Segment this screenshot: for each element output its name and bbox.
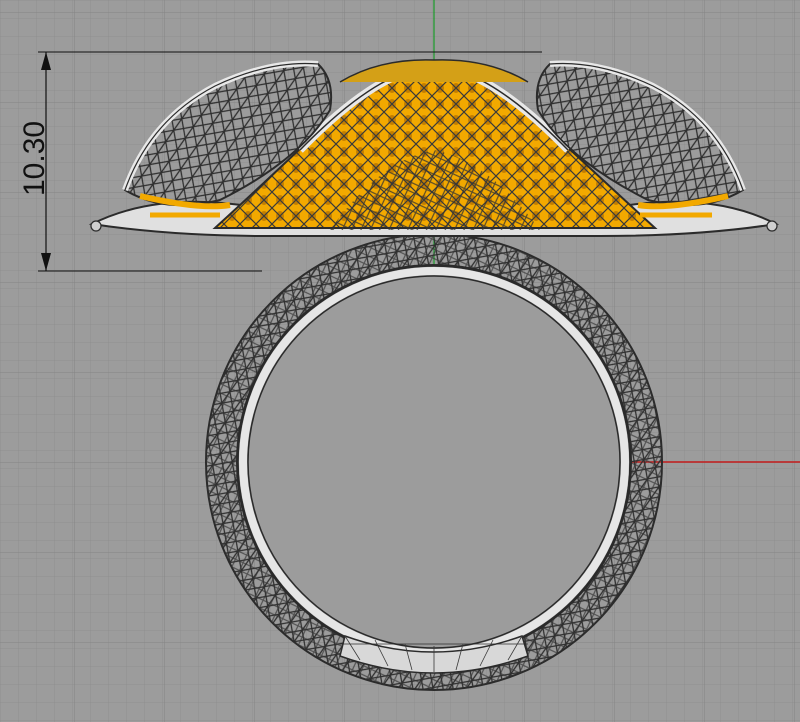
ring-shank[interactable] (205, 233, 663, 691)
front-viewport[interactable]: 10.30 (0, 0, 800, 722)
viewport-canvas[interactable]: 10.30 (0, 0, 800, 722)
dimension-label[interactable]: 10.30 (18, 121, 51, 196)
